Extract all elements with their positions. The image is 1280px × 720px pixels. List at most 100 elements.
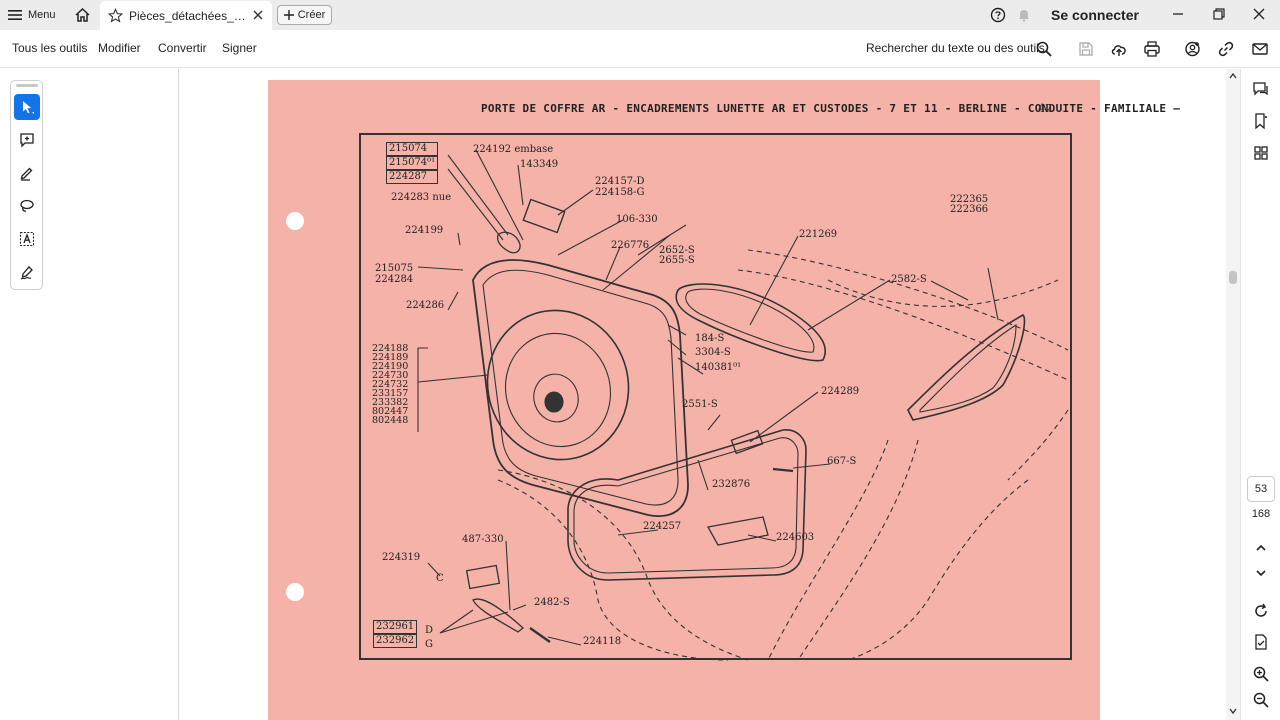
- all-tools-link[interactable]: Tous les outils: [12, 41, 87, 55]
- star-icon[interactable]: [108, 8, 123, 23]
- current-page-input[interactable]: 53: [1247, 476, 1275, 502]
- part-label: D: [425, 625, 434, 636]
- close-icon: [253, 10, 263, 20]
- scroll-up-arrow-icon[interactable]: [1228, 71, 1238, 81]
- part-label: 2582-S: [891, 274, 927, 285]
- tab-close-button[interactable]: [250, 7, 266, 23]
- fill-sign-tool[interactable]: [14, 259, 40, 285]
- mail-icon[interactable]: [1251, 40, 1269, 58]
- left-panel: [0, 69, 179, 720]
- sign-link[interactable]: Signer: [222, 41, 257, 55]
- part-number-stack: 224188 224189 224190 224730 224732 23315…: [372, 344, 409, 426]
- quick-tools-rail: [10, 80, 43, 290]
- link-icon[interactable]: [1217, 40, 1235, 58]
- part-label: 224257: [643, 521, 682, 532]
- comment-tool[interactable]: [14, 127, 40, 153]
- pen-icon: [20, 167, 33, 181]
- part-label: 184-S: [695, 333, 725, 344]
- thumbnails-grid-icon[interactable]: [1252, 144, 1270, 162]
- part-number: 215074⁰¹: [386, 156, 439, 170]
- part-label: 224289: [821, 386, 860, 397]
- document-tab[interactable]: Pièces_détachées_ca...: [100, 1, 272, 30]
- restore-icon[interactable]: [1211, 6, 1227, 22]
- search-tools-field[interactable]: Rechercher du texte ou des outils: [866, 41, 1045, 55]
- bookmark-icon[interactable]: [1252, 112, 1270, 130]
- zoom-out-icon[interactable]: [1252, 691, 1270, 709]
- total-pages: 168: [1251, 508, 1271, 520]
- right-rail: 53 168: [1240, 69, 1280, 720]
- tab-bar: Menu Pièces_détachées_ca... Créer Se con…: [0, 0, 1280, 30]
- scroll-thumb[interactable]: [1229, 271, 1237, 284]
- part-number: 232962: [373, 634, 418, 648]
- comments-icon[interactable]: [1252, 80, 1270, 98]
- part-label: 224158-G: [595, 187, 645, 198]
- highlight-tool[interactable]: [14, 160, 40, 186]
- save-icon[interactable]: [1077, 40, 1095, 58]
- part-label: 143349: [520, 159, 559, 170]
- part-label: 667-S: [827, 456, 857, 467]
- draw-tool[interactable]: [14, 193, 40, 219]
- scroll-down-arrow-icon[interactable]: [1228, 706, 1238, 716]
- boxed-part-group-top: 215074 215074⁰¹ 224287: [386, 142, 439, 184]
- part-label: 2551-S: [682, 399, 718, 410]
- menu-label: Menu: [28, 9, 56, 21]
- part-label: 215075: [375, 263, 414, 274]
- next-page-icon[interactable]: [1252, 564, 1270, 582]
- part-label: 232876: [712, 479, 751, 490]
- rotate-icon[interactable]: [1252, 602, 1270, 620]
- stack-item: 802448: [372, 415, 409, 426]
- previous-page-icon[interactable]: [1252, 539, 1270, 557]
- select-tool[interactable]: [14, 94, 40, 120]
- plus-icon: [283, 10, 294, 20]
- part-label: 224199: [405, 225, 444, 236]
- part-label: 2655-S: [659, 255, 695, 266]
- bell-icon[interactable]: [1016, 7, 1032, 23]
- upload-cloud-icon[interactable]: [1110, 40, 1128, 58]
- share-user-icon[interactable]: [1184, 40, 1202, 58]
- sign-in-button[interactable]: Se connecter: [1051, 7, 1139, 23]
- pdf-page[interactable]: PORTE DE COFFRE AR - ENCADREMENTS LUNETT…: [268, 80, 1180, 720]
- search-icon[interactable]: [1035, 40, 1053, 58]
- part-label: 224286: [406, 300, 445, 311]
- text-box-icon: [19, 231, 35, 247]
- lasso-icon: [20, 199, 34, 212]
- create-button[interactable]: Créer: [277, 5, 332, 25]
- part-label: 224192 embase: [473, 144, 554, 155]
- print-icon[interactable]: [1143, 40, 1161, 58]
- home-icon: [74, 8, 90, 22]
- part-label: 3304-S: [695, 347, 731, 358]
- text-tool[interactable]: [14, 226, 40, 252]
- part-label: 222366: [950, 204, 989, 215]
- document-viewer[interactable]: PORTE DE COFFRE AR - ENCADREMENTS LUNETT…: [180, 69, 1226, 720]
- part-label: 224603: [776, 532, 815, 543]
- menu-button[interactable]: Menu: [8, 5, 56, 25]
- part-number: 215074: [386, 142, 439, 156]
- part-label: 226776: [611, 240, 650, 251]
- home-button[interactable]: [70, 4, 94, 26]
- cursor-arrow-icon: [23, 101, 34, 114]
- hamburger-icon: [8, 10, 22, 20]
- zoom-in-icon[interactable]: [1252, 665, 1270, 683]
- page-settings-icon[interactable]: [1252, 633, 1270, 651]
- part-label: 224118: [583, 636, 622, 647]
- part-label: C: [436, 573, 444, 584]
- vertical-scrollbar[interactable]: [1226, 69, 1240, 720]
- minimize-icon[interactable]: [1170, 6, 1186, 22]
- main-toolbar: Tous les outils Modifier Convertir Signe…: [0, 30, 1280, 68]
- sign-pen-icon: [20, 266, 33, 280]
- part-label: 224283 nue: [391, 192, 452, 203]
- tab-title: Pièces_détachées_ca...: [129, 8, 247, 23]
- part-number: 232961: [373, 620, 418, 634]
- part-label: G: [425, 639, 433, 650]
- part-label: 224319: [382, 552, 421, 563]
- part-label: 106-330: [616, 214, 658, 225]
- create-label: Créer: [297, 9, 326, 21]
- part-label: 224157-D: [595, 176, 645, 187]
- close-window-icon[interactable]: [1251, 6, 1267, 22]
- rail-drag-handle[interactable]: [16, 84, 38, 87]
- convert-link[interactable]: Convertir: [158, 41, 207, 55]
- part-label: 224284: [375, 274, 414, 285]
- part-label: 487-330: [462, 534, 504, 545]
- help-icon[interactable]: [990, 7, 1006, 23]
- edit-link[interactable]: Modifier: [98, 41, 141, 55]
